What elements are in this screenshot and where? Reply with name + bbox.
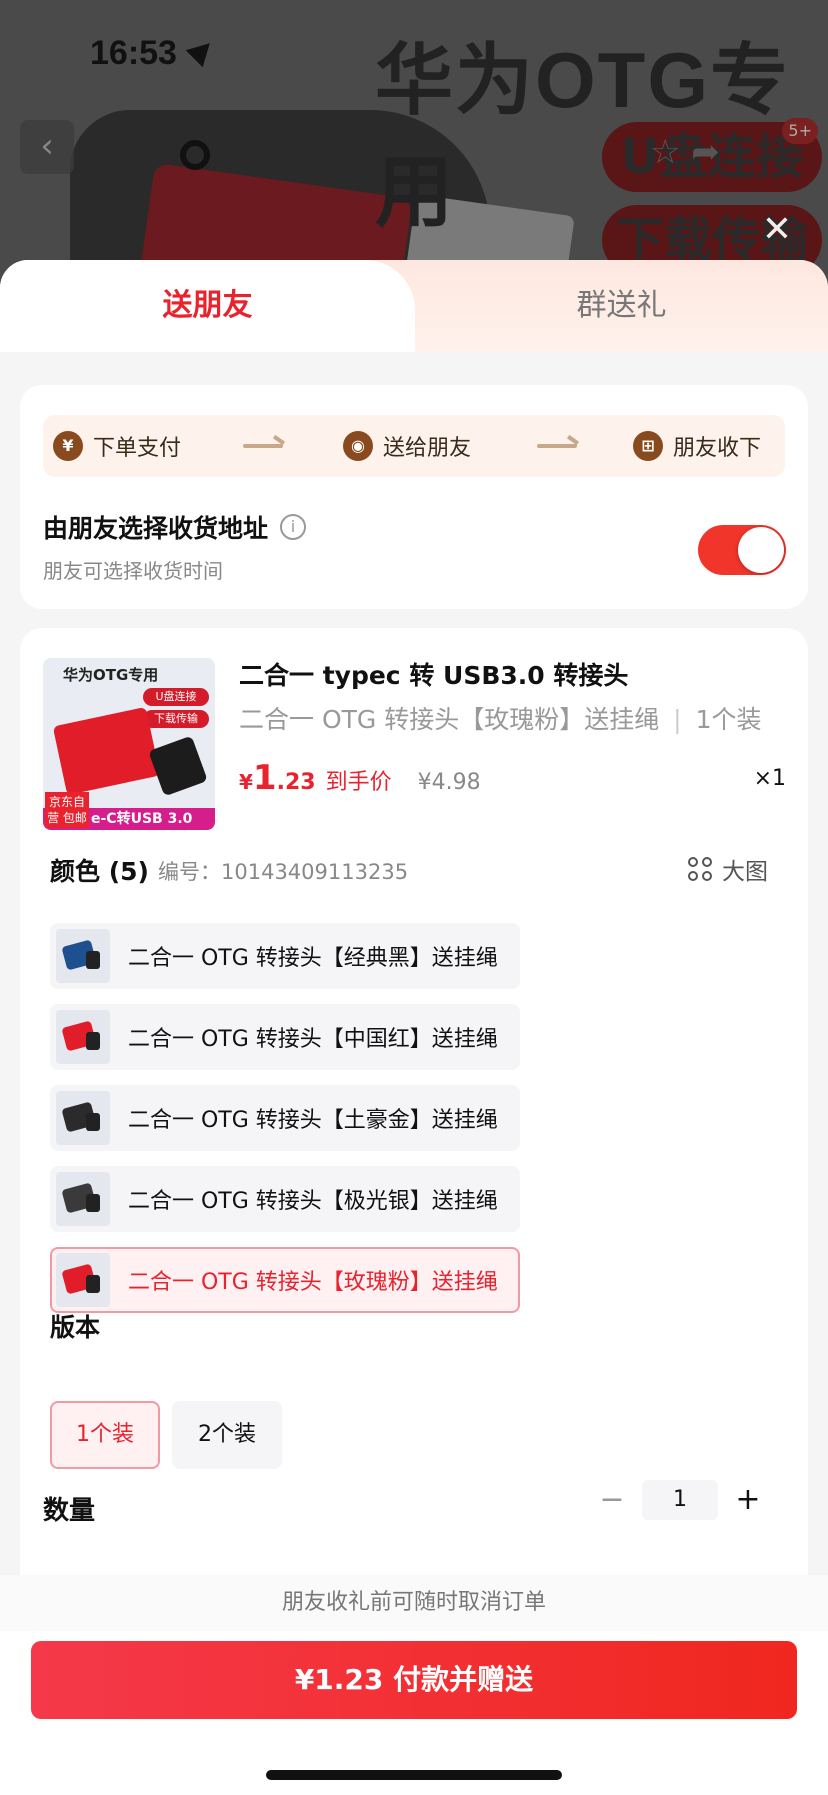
tab-bar: 送朋友 群送礼 bbox=[0, 260, 828, 352]
color-option-red[interactable]: 二合一 OTG 转接头【中国红】送挂绳 bbox=[50, 1004, 520, 1070]
share-icon[interactable]: ➦ bbox=[691, 132, 720, 172]
arrow-icon bbox=[243, 444, 283, 448]
product-thumbnail[interactable]: 华为OTG专用 U盘连接 下载传输 e-C转USB 3.0 京东自营 包邮 bbox=[43, 658, 215, 830]
option-thumbnail bbox=[56, 1010, 110, 1064]
big-image-label: 大图 bbox=[722, 859, 768, 885]
version-heading: 版本 bbox=[50, 1313, 101, 1342]
option-thumbnail bbox=[56, 929, 110, 983]
plus-button[interactable]: + bbox=[728, 1480, 768, 1520]
address-subtitle: 朋友可选择收货时间 bbox=[43, 559, 223, 583]
step-label: 送给朋友 bbox=[383, 436, 472, 461]
toggle-knob bbox=[738, 527, 784, 573]
quantity-multiplier: ×1 bbox=[753, 766, 786, 791]
step-pay: ¥ 下单支付 bbox=[53, 429, 181, 463]
thumb-tag: 下载传输 bbox=[143, 710, 209, 728]
info-icon[interactable]: i bbox=[280, 514, 307, 540]
variant-pack: 1个装 bbox=[695, 705, 762, 734]
original-price: ¥4.98 bbox=[417, 770, 481, 795]
quantity-stepper: − 1 + bbox=[592, 1480, 768, 1520]
step-label: 朋友收下 bbox=[673, 436, 762, 461]
option-label: 二合一 OTG 转接头【土豪金】送挂绳 bbox=[128, 1108, 498, 1133]
color-heading: 颜色 (5) bbox=[50, 857, 149, 886]
option-label: 二合一 OTG 转接头【玫瑰粉】送挂绳 bbox=[128, 1270, 498, 1295]
option-label: 二合一 OTG 转接头【中国红】送挂绳 bbox=[128, 1027, 498, 1052]
thumb-title: 华为OTG专用 bbox=[63, 666, 159, 684]
option-label: 二合一 OTG 转接头【极光银】送挂绳 bbox=[128, 1189, 498, 1214]
address-toggle[interactable] bbox=[698, 525, 786, 575]
home-indicator bbox=[266, 1770, 562, 1780]
address-title: 由朋友选择收货地址 i bbox=[43, 509, 307, 545]
status-time: 16:53 bbox=[90, 34, 177, 72]
star-icon[interactable]: ☆ bbox=[650, 132, 680, 172]
option-thumbnail bbox=[56, 1172, 110, 1226]
color-option-silver[interactable]: 二合一 OTG 转接头【极光银】送挂绳 bbox=[50, 1166, 520, 1232]
gift-flow-card: ¥ 下单支付 ◉ 送给朋友 ⊞ 朋友收下 由朋友选择收货地址 i 朋友可选择收货… bbox=[20, 385, 808, 609]
option-thumbnail bbox=[56, 1253, 110, 1307]
yen-icon: ¥ bbox=[53, 431, 83, 461]
share-icons[interactable]: ☆ ➦ bbox=[650, 132, 720, 172]
step-send: ◉ 送给朋友 bbox=[343, 429, 471, 463]
step-receive: ⊞ 朋友收下 bbox=[633, 429, 761, 463]
product-card: 华为OTG专用 U盘连接 下载传输 e-C转USB 3.0 京东自营 包邮 二合… bbox=[20, 628, 808, 1628]
price-int: 1 bbox=[252, 758, 277, 798]
minus-button[interactable]: − bbox=[592, 1480, 632, 1520]
gift-sheet: 送朋友 群送礼 ¥ 下单支付 ◉ 送给朋友 ⊞ 朋友收下 由朋友选择收货地址 i… bbox=[0, 260, 828, 1795]
footer-bar: 朋友收礼前可随时取消订单 ¥1.23 付款并赠送 bbox=[0, 1575, 828, 1795]
step-label: 下单支付 bbox=[93, 436, 182, 461]
pay-and-gift-button[interactable]: ¥1.23 付款并赠送 bbox=[31, 1641, 797, 1719]
variant-text: 二合一 OTG 转接头【玫瑰粉】送挂绳 bbox=[239, 705, 660, 734]
back-button[interactable]: ‹ bbox=[20, 120, 74, 174]
grid-icon bbox=[688, 857, 712, 881]
color-option-rose[interactable]: 二合一 OTG 转接头【玫瑰粉】送挂绳 bbox=[50, 1247, 520, 1313]
price-row: ¥ 1 .23 到手价 ¥4.98 bbox=[239, 758, 481, 798]
thumb-corner-tag: 京东自营 包邮 bbox=[45, 792, 89, 828]
price-dec: .23 bbox=[276, 770, 316, 795]
cart-badge: 5+ bbox=[782, 118, 818, 144]
color-option-black[interactable]: 二合一 OTG 转接头【经典黑】送挂绳 bbox=[50, 923, 520, 989]
gift-icon: ⊞ bbox=[633, 431, 663, 461]
option-label: 二合一 OTG 转接头【经典黑】送挂绳 bbox=[128, 946, 498, 971]
product-title: 二合一 typec 转 USB3.0 转接头 bbox=[239, 661, 629, 690]
cancel-note: 朋友收礼前可随时取消订单 bbox=[0, 1575, 828, 1631]
big-image-button[interactable]: 大图 bbox=[688, 852, 768, 886]
version-option-2[interactable]: 2个装 bbox=[172, 1401, 282, 1469]
quantity-value[interactable]: 1 bbox=[642, 1480, 718, 1520]
tab-send-friend[interactable]: 送朋友 bbox=[0, 260, 415, 352]
version-option-1[interactable]: 1个装 bbox=[50, 1401, 160, 1469]
thumb-tag: U盘连接 bbox=[143, 688, 209, 706]
color-option-gold[interactable]: 二合一 OTG 转接头【土豪金】送挂绳 bbox=[50, 1085, 520, 1151]
option-thumbnail bbox=[56, 1091, 110, 1145]
sku-code: 编号：10143409113235 bbox=[158, 860, 409, 884]
arrow-icon bbox=[537, 444, 577, 448]
price-currency: ¥ bbox=[239, 770, 253, 794]
price-label: 到手价 bbox=[325, 770, 392, 795]
gift-steps: ¥ 下单支付 ◉ 送给朋友 ⊞ 朋友收下 bbox=[43, 415, 785, 477]
product-variant: 二合一 OTG 转接头【玫瑰粉】送挂绳 | 1个装 bbox=[239, 705, 762, 734]
tab-group-gift[interactable]: 群送礼 bbox=[415, 260, 828, 352]
close-sheet-icon[interactable]: ✕ bbox=[757, 210, 797, 250]
wechat-icon: ◉ bbox=[343, 431, 373, 461]
address-title-text: 由朋友选择收货地址 bbox=[43, 514, 269, 543]
location-arrow-icon bbox=[185, 34, 219, 68]
quantity-heading: 数量 bbox=[43, 1496, 96, 1526]
chevron-left-icon: ‹ bbox=[40, 126, 54, 166]
